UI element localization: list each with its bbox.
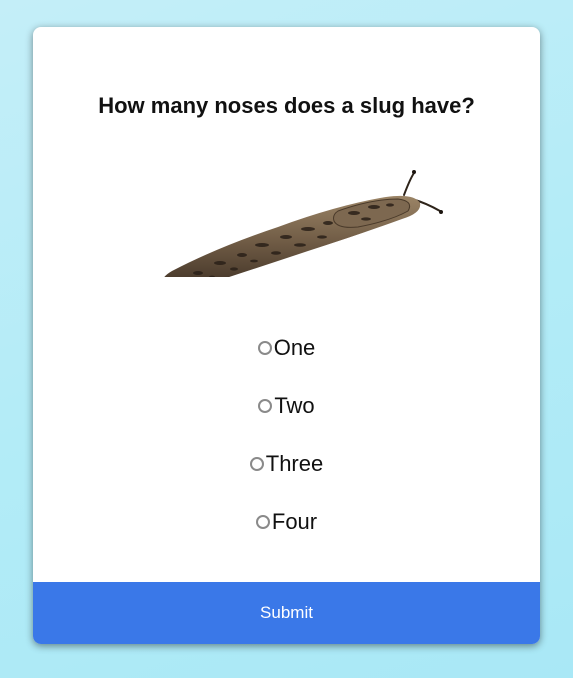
radio-button[interactable] <box>249 457 264 471</box>
question-title: How many noses does a slug have? <box>98 93 475 118</box>
quiz-card: How many noses does a slug have? One Two… <box>33 27 540 644</box>
option-one: One <box>33 333 540 391</box>
radio-button[interactable] <box>255 515 270 529</box>
option-three-control[interactable]: Three <box>249 449 324 479</box>
slug-image <box>164 170 443 277</box>
option-one-control[interactable]: One <box>257 333 316 363</box>
option-four-control[interactable]: Four <box>255 507 318 537</box>
option-label: Two <box>274 393 315 418</box>
option-four: Four <box>33 507 540 565</box>
option-two-control[interactable]: Two <box>258 391 315 421</box>
option-label: One <box>273 335 316 360</box>
answer-options: One Two Three Four <box>33 333 540 565</box>
option-label: Three <box>265 451 324 476</box>
submit-button[interactable]: Submit <box>33 582 540 644</box>
option-two: Two <box>33 391 540 449</box>
radio-button[interactable] <box>257 341 272 355</box>
radio-button[interactable] <box>258 399 273 413</box>
option-label: Four <box>271 509 318 534</box>
option-three: Three <box>33 449 540 507</box>
